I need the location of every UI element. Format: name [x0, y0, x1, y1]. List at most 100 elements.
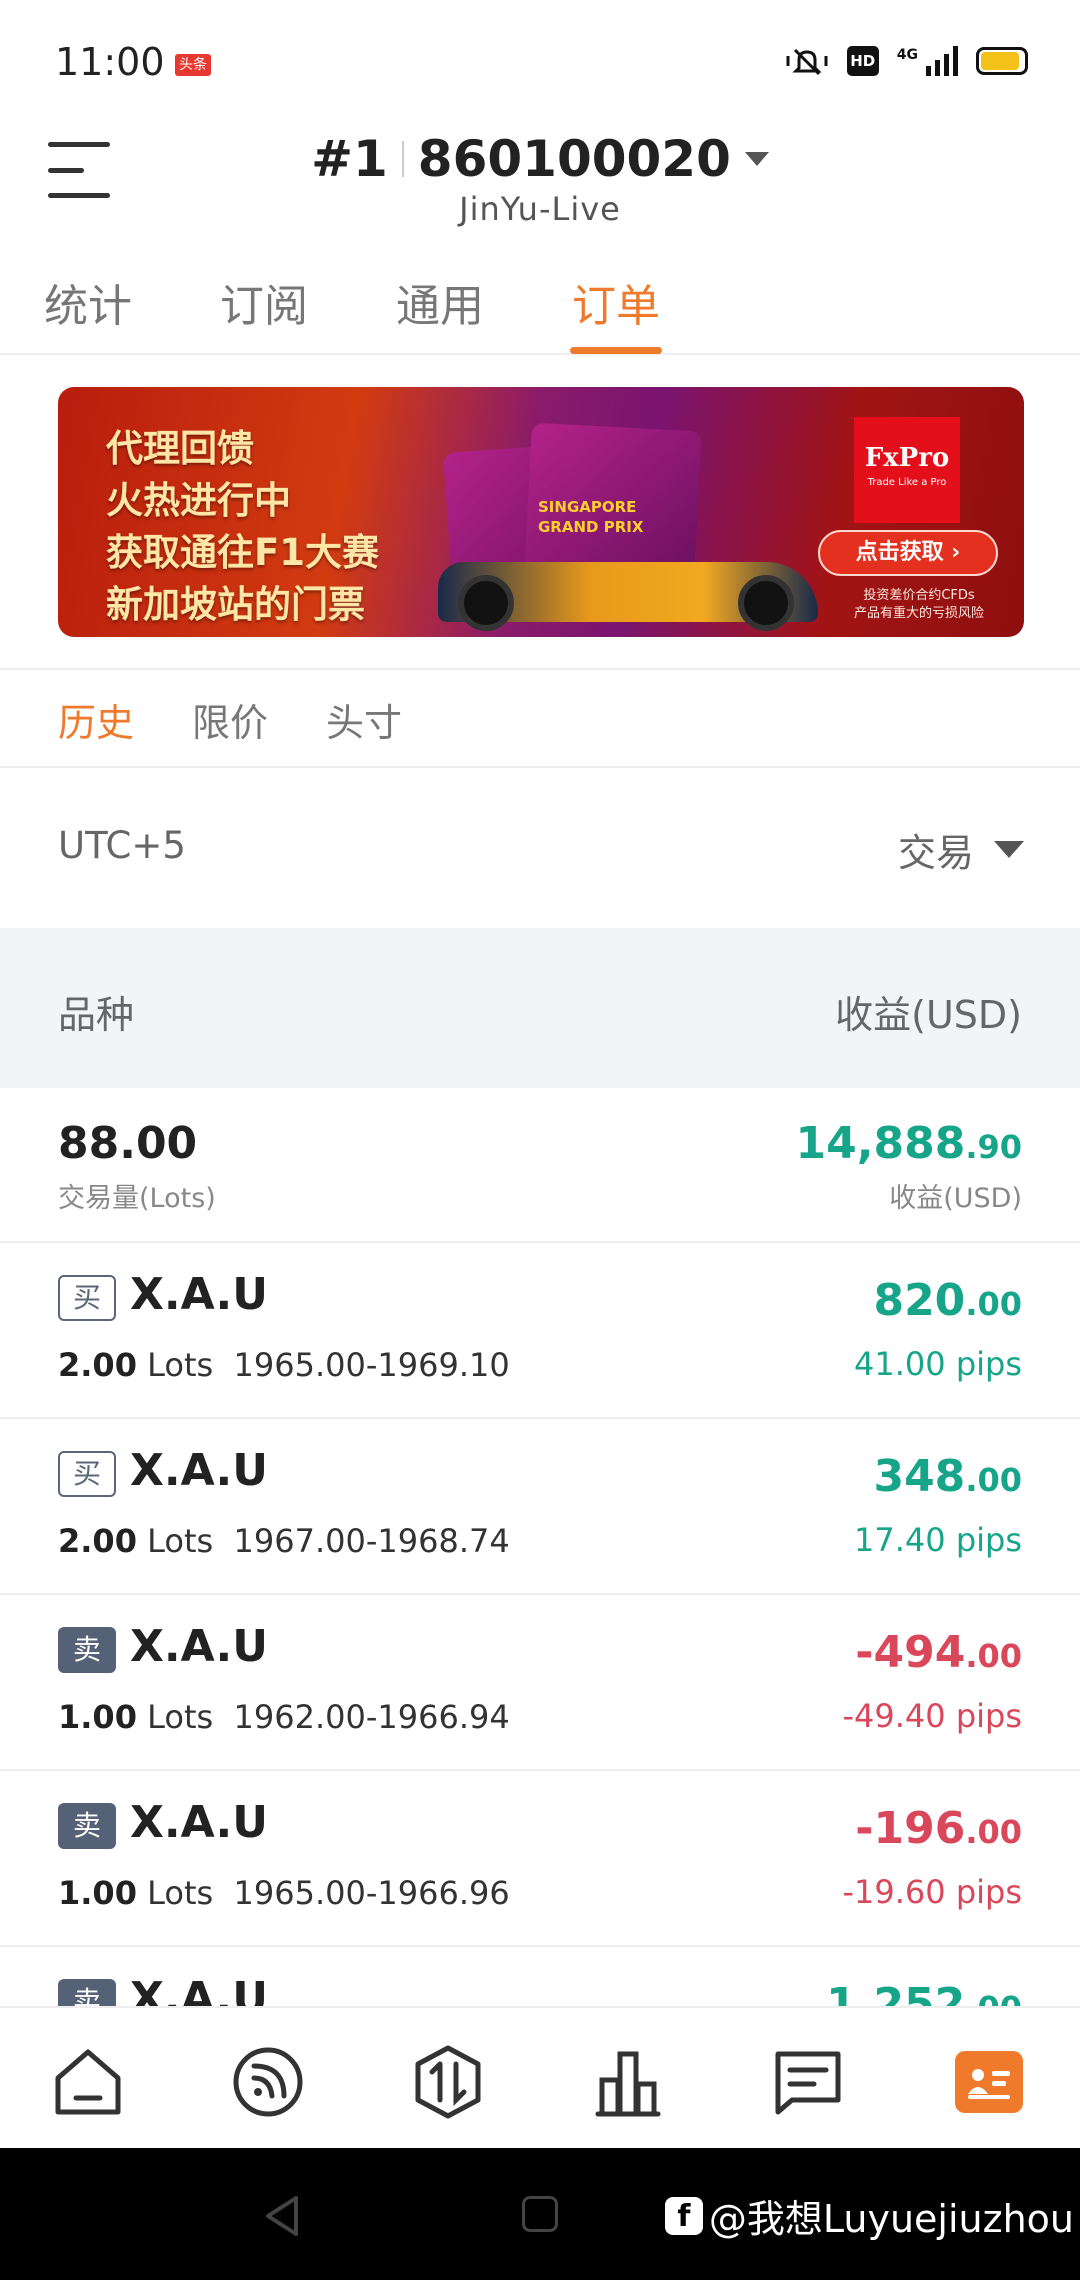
tab-subscribe[interactable]: 订阅	[220, 270, 308, 334]
tab-general[interactable]: 通用	[396, 270, 484, 334]
order-pips: -19.60 pips	[842, 1873, 1022, 1911]
car-wheel	[738, 575, 794, 631]
order-row[interactable]: 卖 X.A.U 1.00 Lots 1965.00-1966.96 -196.0…	[0, 1771, 1080, 1947]
order-symbol: X.A.U	[130, 1445, 268, 1496]
message-icon[interactable]	[770, 2044, 846, 2120]
order-price-range: 1965.00-1969.10	[233, 1346, 510, 1384]
order-detail: 2.00 Lots 1967.00-1968.74	[58, 1522, 510, 1560]
account-number: 860100020	[417, 130, 731, 188]
ticket-text: SINGAPORE GRAND PRIX	[538, 497, 643, 537]
total-profit-int: 14,888	[795, 1118, 966, 1169]
watermark-text: @我想Luyuejiuzhou	[708, 2197, 1074, 2241]
side-badge: 卖	[58, 1803, 116, 1849]
home-button[interactable]	[522, 2196, 558, 2232]
ticket-line: SINGAPORE	[538, 498, 637, 516]
order-detail: 1.00 Lots 1965.00-1966.96	[58, 1874, 510, 1912]
type-filter-label: 交易	[897, 831, 974, 875]
order-profit: 348.00	[873, 1451, 1022, 1502]
order-lots: 1.00	[58, 1698, 137, 1736]
risk-line: 投资差价合约CFDs	[863, 588, 975, 603]
facebook-icon: f	[664, 2196, 703, 2235]
promo-banner[interactable]: 代理回馈 火热进行中 获取通往F1大赛 新加坡站的门票 SINGAPORE GR…	[58, 387, 1024, 637]
banner-cta-button[interactable]: 点击获取 ›	[818, 530, 998, 576]
chevron-down-icon	[994, 841, 1024, 858]
system-nav-bar: f @我想Luyuejiuzhou	[0, 2148, 1080, 2280]
order-lots: 2.00	[58, 1522, 137, 1560]
order-lots: 1.00	[58, 1874, 137, 1912]
order-lots-unit: Lots	[147, 1346, 214, 1384]
main-tabs: 统计 订阅 通用 订单	[0, 265, 1080, 355]
server-name: JinYu-Live	[459, 190, 621, 228]
total-profit: 14,888.90	[796, 1118, 1022, 1169]
total-profit-label: 收益(USD)	[889, 1183, 1022, 1214]
hd-voice-icon: HD	[846, 46, 879, 76]
account-divider	[401, 141, 404, 177]
order-price-range: 1965.00-1966.96	[233, 1874, 510, 1912]
order-detail: 2.00 Lots 1965.00-1969.10	[58, 1346, 510, 1384]
filter-row: UTC+5 交易	[0, 768, 1080, 928]
order-profit: -494.00	[855, 1627, 1022, 1678]
brand-slogan: Trade Like a Pro	[867, 477, 947, 488]
home-icon[interactable]	[50, 2044, 126, 2120]
fxpro-logo: FxPro Trade Like a Pro	[854, 417, 960, 523]
total-lots: 88.00	[58, 1118, 198, 1169]
back-icon[interactable]	[262, 2194, 302, 2238]
signal-strength-icon	[926, 46, 958, 76]
timezone-label[interactable]: UTC+5	[58, 824, 186, 867]
order-profit: -196.00	[855, 1803, 1022, 1854]
ticket-line: GRAND PRIX	[538, 518, 644, 536]
status-bar: 11:00 头条 HD 4G	[0, 0, 1080, 130]
subtab-positions[interactable]: 头寸	[326, 692, 402, 747]
status-icons: HD 4G	[785, 46, 1028, 76]
order-profit-int: 348	[873, 1451, 966, 1502]
order-profit-dec: .00	[965, 1461, 1022, 1499]
trade-icon[interactable]	[410, 2044, 486, 2120]
order-row[interactable]: 买 X.A.U 2.00 Lots 1967.00-1968.74 348.00…	[0, 1419, 1080, 1595]
column-profit: 收益(USD)	[835, 993, 1022, 1037]
order-price-range: 1962.00-1966.94	[233, 1698, 510, 1736]
account-selector[interactable]: #1 860100020 JinYu-Live	[0, 130, 1080, 228]
order-profit: 820.00	[873, 1275, 1022, 1326]
order-profit-int: -196	[855, 1803, 966, 1854]
order-symbol: X.A.U	[130, 1269, 268, 1320]
account-card-icon[interactable]	[955, 2051, 1023, 2113]
order-lots-unit: Lots	[147, 1698, 214, 1736]
banner-line: 获取通往F1大赛	[106, 531, 380, 574]
risk-warning: 投资差价合约CFDs 产品有重大的亏损风险	[854, 587, 984, 623]
tab-orders[interactable]: 订单	[572, 270, 660, 334]
banner-line: 新加坡站的门票	[106, 583, 365, 626]
bottom-nav	[0, 2006, 1080, 2148]
order-row[interactable]: 买 X.A.U 2.00 Lots 1965.00-1969.10 820.00…	[0, 1243, 1080, 1419]
order-lots-unit: Lots	[147, 1522, 214, 1560]
column-symbol: 品种	[58, 993, 135, 1037]
subtab-history[interactable]: 历史	[58, 692, 134, 747]
brand-name: FxPro	[864, 443, 950, 473]
battery-icon	[976, 47, 1028, 75]
order-row[interactable]: 卖 X.A.U 1.00 Lots 1962.00-1966.94 -494.0…	[0, 1595, 1080, 1771]
network-type: 4G	[896, 47, 918, 63]
order-pips: 41.00 pips	[854, 1345, 1022, 1383]
app-header: #1 860100020 JinYu-Live	[0, 130, 1080, 250]
type-filter-dropdown[interactable]: 交易	[898, 822, 1024, 877]
order-profit-dec: .00	[965, 1813, 1022, 1851]
side-badge: 买	[58, 1275, 116, 1321]
order-symbol: X.A.U	[130, 1797, 268, 1848]
tab-statistics[interactable]: 统计	[44, 270, 132, 334]
active-tab-indicator	[570, 347, 662, 354]
summary-row: 88.00 交易量(Lots) 14,888.90 收益(USD)	[0, 1088, 1080, 1243]
banner-line: 代理回馈	[106, 427, 254, 470]
mute-vibrate-icon	[786, 48, 828, 76]
chart-bars-icon[interactable]	[590, 2044, 666, 2120]
signal-feed-icon[interactable]	[230, 2044, 306, 2120]
clock: 11:00	[55, 40, 165, 84]
watermark: f @我想Luyuejiuzhou	[664, 2188, 1074, 2243]
toutiao-notification-icon: 头条	[175, 54, 211, 76]
account-index: #1	[311, 130, 388, 188]
order-profit-int: 820	[873, 1275, 966, 1326]
car-wheel	[458, 575, 514, 631]
order-price-range: 1967.00-1968.74	[233, 1522, 510, 1560]
subtab-limit[interactable]: 限价	[192, 692, 268, 747]
order-pips: -49.40 pips	[842, 1697, 1022, 1735]
side-badge: 卖	[58, 1627, 116, 1673]
order-profit-int: -494	[855, 1627, 966, 1678]
